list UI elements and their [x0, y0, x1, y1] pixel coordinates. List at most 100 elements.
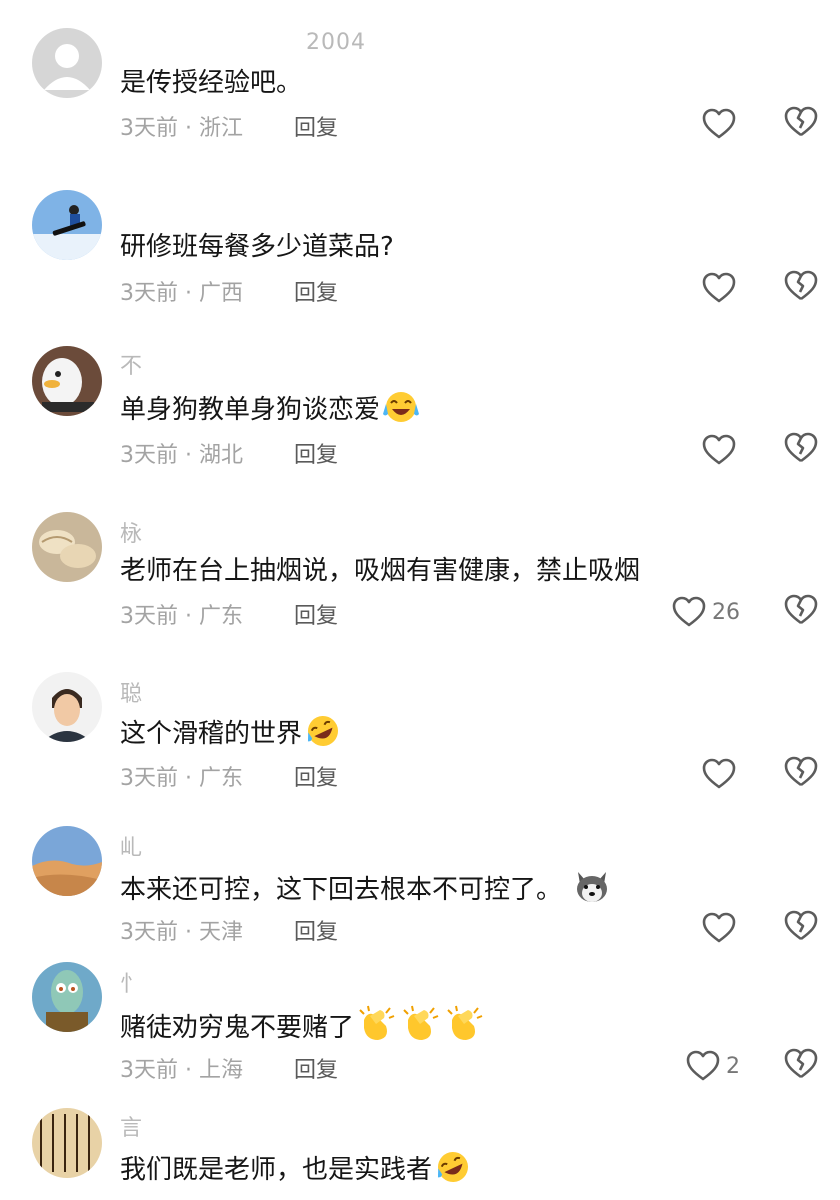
- comment-time: 3天前: [120, 766, 178, 791]
- comment-meta: 3天前 · 广东: [120, 598, 243, 630]
- comment-username[interactable]: 2004: [306, 30, 366, 55]
- like-button[interactable]: [702, 106, 742, 142]
- dislike-button[interactable]: [784, 910, 820, 946]
- comment-location: 湖北: [199, 443, 244, 468]
- heart-icon: [702, 434, 736, 465]
- comment-text-body: 单身狗教单身狗谈恋爱: [120, 395, 381, 425]
- dislike-button[interactable]: [784, 270, 820, 306]
- reply-button[interactable]: 回复: [294, 598, 338, 630]
- avatar[interactable]: [32, 346, 102, 416]
- crying-laughing-emoji: [382, 390, 420, 433]
- broken-heart-icon: [784, 432, 818, 463]
- heart-icon: [686, 1050, 720, 1081]
- heart-icon: [702, 758, 736, 789]
- clapping-emoji: [400, 1004, 442, 1051]
- comment-meta: 3天前 · 天津: [120, 914, 243, 946]
- comment-time: 3天前: [120, 116, 178, 141]
- comment-meta: 3天前 · 湖北: [120, 437, 243, 469]
- comment-location: 广东: [199, 766, 244, 791]
- meta-separator: ·: [185, 920, 192, 945]
- comment-username[interactable]: 乢: [120, 830, 143, 862]
- comment-text: 这个滑稽的世界: [120, 714, 342, 757]
- avatar[interactable]: [32, 962, 102, 1032]
- comment-text: 是传授经验吧。: [120, 68, 303, 98]
- comment-text: 我们既是老师，也是实践者: [120, 1150, 472, 1193]
- like-button[interactable]: [702, 432, 742, 468]
- dislike-button[interactable]: [784, 756, 820, 792]
- clapping-emoji: [444, 1004, 486, 1051]
- dislike-button[interactable]: [784, 1048, 820, 1084]
- like-button[interactable]: [702, 756, 742, 792]
- broken-heart-icon: [784, 756, 818, 787]
- comment-username[interactable]: 言: [120, 1110, 143, 1142]
- like-button[interactable]: 26: [672, 594, 740, 630]
- heart-icon: [702, 272, 736, 303]
- comment-time: 3天前: [120, 604, 178, 629]
- broken-heart-icon: [784, 270, 818, 301]
- comment-time: 3天前: [120, 1058, 178, 1083]
- avatar[interactable]: [32, 672, 102, 742]
- rolling-laugh-emoji: [304, 714, 342, 757]
- clapping-emoji: [356, 1004, 398, 1051]
- comment-username[interactable]: 忄: [120, 966, 143, 998]
- comment-text-body: 本来还可控，这下回去根本不可控了。: [120, 875, 563, 905]
- comment-meta: 3天前 · 广西: [120, 275, 243, 307]
- reply-button[interactable]: 回复: [294, 275, 338, 307]
- comment-time: 3天前: [120, 920, 178, 945]
- avatar[interactable]: [32, 28, 102, 98]
- like-count: 26: [712, 599, 740, 625]
- comment-text: 本来还可控，这下回去根本不可控了。: [120, 868, 612, 913]
- dislike-button[interactable]: [784, 106, 820, 142]
- comment-text: 单身狗教单身狗谈恋爱: [120, 390, 420, 433]
- broken-heart-icon: [784, 106, 818, 137]
- dislike-button[interactable]: [784, 432, 820, 468]
- comment-username[interactable]: 栐: [120, 516, 143, 548]
- comment-username[interactable]: 不: [120, 348, 143, 380]
- like-count: 2: [726, 1053, 740, 1079]
- comment-text-body: 赌徒劝穷鬼不要赌了: [120, 1013, 355, 1043]
- meta-separator: ·: [185, 281, 192, 306]
- reply-button[interactable]: 回复: [294, 437, 338, 469]
- broken-heart-icon: [784, 1048, 818, 1079]
- comment-text: 研修班每餐多少道菜品?: [120, 232, 394, 262]
- comment-meta: 3天前 · 上海: [120, 1052, 243, 1084]
- meta-separator: ·: [185, 443, 192, 468]
- comment-location: 浙江: [199, 116, 244, 141]
- meta-separator: ·: [185, 116, 192, 141]
- avatar[interactable]: [32, 512, 102, 582]
- comment-location: 天津: [199, 920, 244, 945]
- dislike-button[interactable]: [784, 594, 820, 630]
- comment-location: 上海: [199, 1058, 244, 1083]
- meta-separator: ·: [185, 1058, 192, 1083]
- heart-icon: [702, 912, 736, 943]
- like-button[interactable]: 2: [686, 1048, 740, 1084]
- comment-text-body: 这个滑稽的世界: [120, 719, 303, 749]
- comment-meta: 3天前 · 广东: [120, 760, 243, 792]
- comment-text: 老师在台上抽烟说，吸烟有害健康，禁止吸烟: [120, 556, 641, 586]
- reply-button[interactable]: 回复: [294, 110, 338, 142]
- like-button[interactable]: [702, 270, 742, 306]
- reply-button[interactable]: 回复: [294, 1052, 338, 1084]
- comment-location: 广西: [199, 281, 244, 306]
- comment-text: 赌徒劝穷鬼不要赌了: [120, 1004, 486, 1051]
- comment-location: 广东: [199, 604, 244, 629]
- husky-emoji: [572, 868, 612, 913]
- avatar[interactable]: [32, 190, 102, 260]
- reply-button[interactable]: 回复: [294, 760, 338, 792]
- like-button[interactable]: [702, 910, 742, 946]
- avatar[interactable]: [32, 826, 102, 896]
- comment-time: 3天前: [120, 443, 178, 468]
- comment-text-body: 我们既是老师，也是实践者: [120, 1155, 433, 1185]
- broken-heart-icon: [784, 594, 818, 625]
- rolling-laugh-emoji: [434, 1150, 472, 1193]
- comment-meta: 3天前 · 浙江: [120, 110, 243, 142]
- heart-icon: [672, 596, 706, 627]
- meta-separator: ·: [185, 766, 192, 791]
- comment-time: 3天前: [120, 281, 178, 306]
- reply-button[interactable]: 回复: [294, 914, 338, 946]
- avatar[interactable]: [32, 1108, 102, 1178]
- meta-separator: ·: [185, 604, 192, 629]
- heart-icon: [702, 108, 736, 139]
- broken-heart-icon: [784, 910, 818, 941]
- comment-username[interactable]: 聪: [120, 676, 143, 708]
